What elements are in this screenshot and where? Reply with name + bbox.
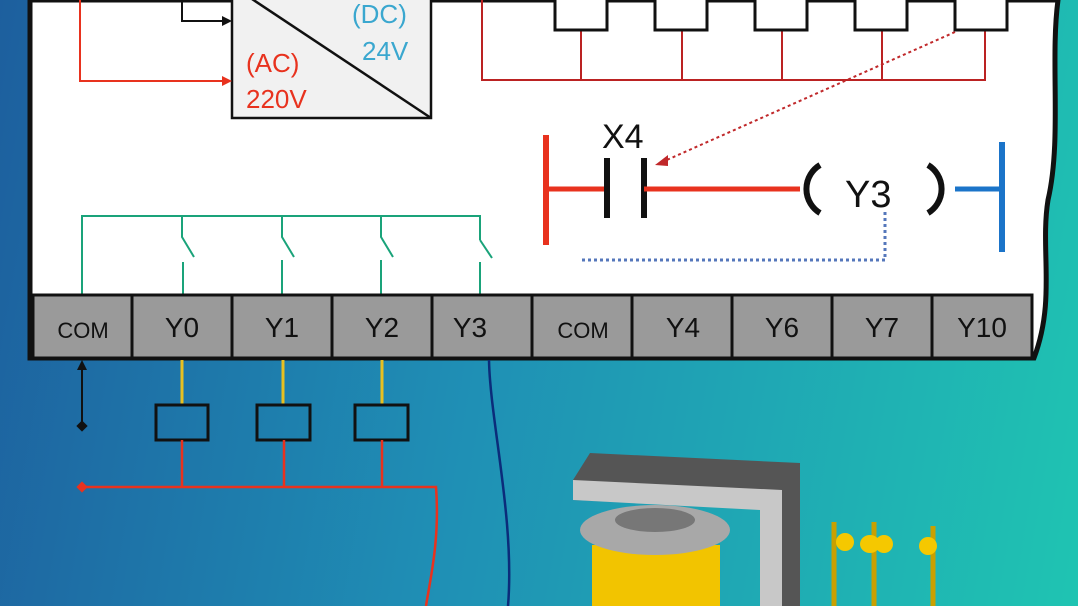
terminal-y0: Y0 xyxy=(165,312,199,343)
plc-wiring-diagram: (DC) 24V (AC) 220V X4 Y3 COM Y0 Y1 Y2 Y3… xyxy=(27,0,1061,606)
terminal-y7: Y7 xyxy=(865,312,899,343)
ac-voltage: 220V xyxy=(246,84,307,114)
terminal-y3: Y3 xyxy=(453,312,487,343)
terminal-com: COM xyxy=(557,318,608,343)
terminal-y6: Y6 xyxy=(765,312,799,343)
contact-label: X4 xyxy=(602,118,644,156)
terminal-strip: COM Y0 Y1 Y2 Y3 COM Y4 Y6 Y7 Y10 xyxy=(31,293,1034,360)
terminal-y4: Y4 xyxy=(666,312,700,343)
terminal-com: COM xyxy=(57,318,108,343)
coil-label: Y3 xyxy=(845,174,891,216)
terminal-y2: Y2 xyxy=(365,312,399,343)
relay-illustration xyxy=(573,453,937,606)
dc-voltage: 24V xyxy=(362,36,409,66)
ac-label: (AC) xyxy=(246,48,299,78)
terminal-y10: Y10 xyxy=(957,312,1007,343)
terminal-y1: Y1 xyxy=(265,312,299,343)
external-wiring xyxy=(76,359,511,606)
dc-label: (DC) xyxy=(352,0,407,29)
power-supply-box: (DC) 24V (AC) 220V xyxy=(230,0,433,120)
